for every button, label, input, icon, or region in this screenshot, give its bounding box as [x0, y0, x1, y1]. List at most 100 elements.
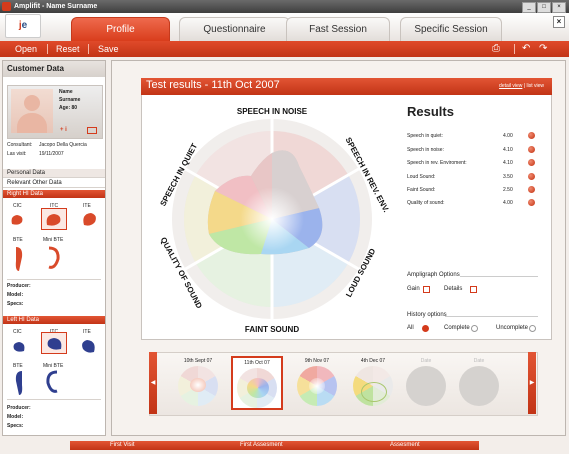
- avatar[interactable]: [11, 89, 53, 133]
- last-visit-value: 19/11/2007: [39, 151, 64, 157]
- label-speech-in-noise: SPEECH IN NOISE: [237, 107, 308, 116]
- redo-icon[interactable]: ↷: [539, 41, 547, 57]
- right-ite-device-icon[interactable]: [79, 210, 99, 228]
- left-cic-device-icon[interactable]: [8, 337, 28, 355]
- left-bte-device-icon[interactable]: [9, 369, 29, 397]
- right-ite-label: ITE: [83, 203, 91, 209]
- left-itc-device-icon[interactable]: [41, 332, 67, 354]
- history-prev-arrow[interactable]: ◀: [149, 352, 157, 414]
- right-cic-label: CIC: [13, 203, 22, 209]
- history-date: Date: [473, 358, 485, 364]
- result-value: 4.00: [503, 200, 513, 206]
- history-all-label: All: [407, 325, 414, 331]
- history-item[interactable]: 10th Sept 07: [172, 356, 224, 410]
- result-label: Speech in noise:: [407, 147, 444, 153]
- photo-actions[interactable]: + i: [60, 127, 67, 133]
- consultant-value: Jacopo Della Quercia: [39, 142, 87, 148]
- history-date: 4th Dec 07: [360, 358, 386, 364]
- history-item[interactable]: Date: [400, 356, 452, 410]
- result-info-icon[interactable]: [528, 132, 535, 139]
- result-info-icon[interactable]: [528, 146, 535, 153]
- history-uncomplete-radio[interactable]: [529, 325, 536, 332]
- left-producer-label: Producer:: [7, 405, 31, 411]
- result-label: Speech in quiet:: [407, 133, 443, 139]
- history-item[interactable]: 4th Dec 07: [347, 356, 399, 410]
- card-icon[interactable]: [87, 127, 97, 134]
- result-label: Faint Sound:: [407, 187, 436, 193]
- ampligraph-wheel[interactable]: SPEECH IN NOISE FAINT SOUND SPEECH IN QU…: [149, 96, 395, 342]
- open-button[interactable]: Open: [15, 41, 37, 57]
- left-mini-bte-device-icon[interactable]: [41, 369, 65, 397]
- consultant-label: Consultant:: [7, 142, 33, 148]
- left-ite-device-icon[interactable]: [79, 337, 99, 355]
- history-item-selected[interactable]: 11th Oct 07: [231, 356, 283, 410]
- right-mini-bte-device-icon[interactable]: [41, 245, 65, 273]
- first-visit-link[interactable]: First Visit: [110, 441, 135, 450]
- right-bte-device-icon[interactable]: [9, 245, 29, 273]
- gain-label: Gain: [407, 286, 420, 292]
- save-button[interactable]: Save: [98, 41, 119, 57]
- maximize-button[interactable]: □: [537, 2, 551, 13]
- menu-personal-data[interactable]: Personal Data: [3, 169, 105, 178]
- gain-checkbox[interactable]: [423, 286, 430, 293]
- ampligraph-options-title: Ampligraph Options: [407, 272, 460, 278]
- history-complete-radio[interactable]: [471, 325, 478, 332]
- result-label: Quality of sound:: [407, 200, 445, 206]
- right-hi-header[interactable]: Right HI Data: [3, 190, 105, 198]
- detail-view-link[interactable]: detail view: [499, 83, 522, 89]
- close-window-button[interactable]: ×: [552, 2, 566, 13]
- first-assesment-link[interactable]: First Assesment: [240, 441, 283, 450]
- result-info-icon[interactable]: [528, 173, 535, 180]
- reset-button[interactable]: Reset: [56, 41, 80, 57]
- print-icon[interactable]: ⎙: [492, 41, 500, 57]
- history-all-radio[interactable]: [422, 325, 429, 332]
- left-hi-header[interactable]: Left HI Data: [3, 316, 105, 324]
- right-mini-bte-label: Mini BTE: [43, 237, 64, 243]
- window-title: Amplifit - Name Surname: [14, 3, 98, 10]
- history-empty-thumbnail: [459, 366, 499, 406]
- right-cic-device-icon[interactable]: [8, 210, 28, 228]
- name-label: Name: [59, 89, 73, 95]
- right-itc-device-icon[interactable]: [41, 208, 67, 230]
- undo-icon[interactable]: ↶: [522, 41, 530, 57]
- result-label: Speech in rev. Enviroment:: [407, 160, 467, 166]
- tab-specific-session[interactable]: Specific Session: [400, 17, 502, 41]
- history-date: 9th Nov 07: [304, 358, 330, 364]
- history-next-arrow[interactable]: ▶: [528, 352, 536, 414]
- customer-data-title: Customer Data: [3, 61, 105, 77]
- logo: je: [5, 14, 41, 38]
- right-bte-label: BTE: [13, 237, 23, 243]
- list-view-link[interactable]: list view: [526, 83, 544, 89]
- result-info-icon[interactable]: [528, 199, 535, 206]
- close-icon[interactable]: ×: [553, 16, 565, 28]
- details-label: Details: [444, 286, 463, 292]
- tab-fast-session[interactable]: Fast Session: [286, 17, 390, 41]
- result-info-icon[interactable]: [528, 186, 535, 193]
- customer-panel: Customer Data Name Surname Age: 80 + i C…: [2, 60, 106, 436]
- surname-label: Surname: [59, 97, 81, 103]
- minimize-button[interactable]: _: [522, 2, 536, 13]
- title-bar: Amplifit - Name Surname _ □ ×: [0, 0, 569, 13]
- assesment-link[interactable]: Assesment: [390, 441, 420, 450]
- label-faint-sound: FAINT SOUND: [245, 325, 299, 334]
- history-date: 10th Sept 07: [183, 358, 213, 364]
- result-value: 4.10: [503, 160, 513, 166]
- result-value: 2.50: [503, 187, 513, 193]
- tab-questionnaire[interactable]: Questionnaire: [179, 17, 290, 41]
- details-checkbox[interactable]: [470, 286, 477, 293]
- result-info-icon[interactable]: [528, 159, 535, 166]
- result-value: 4.00: [503, 133, 513, 139]
- history-options-title: History options: [407, 312, 447, 318]
- result-label: Loud Sound:: [407, 174, 436, 180]
- tab-profile[interactable]: Profile: [71, 17, 170, 41]
- history-date: Date: [420, 358, 432, 364]
- result-value: 4.10: [503, 147, 513, 153]
- right-specs-label: Specs:: [7, 301, 24, 307]
- left-cic-label: CIC: [13, 329, 22, 335]
- menu-relevant-other-data[interactable]: Relevant Other Data: [3, 179, 105, 188]
- app-icon: [2, 2, 11, 11]
- test-results-title: Test results - 11th Oct 2007: [146, 79, 280, 91]
- toolbar: Open Reset Save ⎙ ↶ ↷: [0, 41, 569, 57]
- history-item[interactable]: 9th Nov 07: [291, 356, 343, 410]
- history-item[interactable]: Date: [453, 356, 505, 410]
